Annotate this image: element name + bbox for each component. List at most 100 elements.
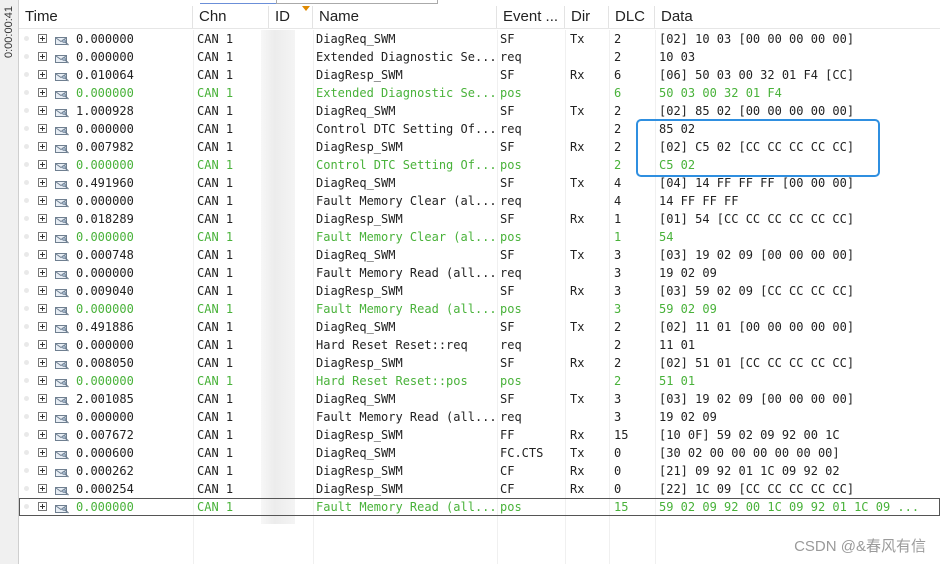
expand-plus-icon[interactable]	[38, 214, 47, 223]
table-row[interactable]: 0.009040 CAN 1 DiagResp_SWM SF Rx 3 [03] 59 02…	[19, 282, 940, 300]
table-row[interactable]: 0.000254 CAN 1 DiagResp_SWM CF Rx 0 [22] 1C 09…	[19, 480, 940, 498]
table-row[interactable]: 2.001085 CAN 1 DiagReq_SWM SF Tx 3 [03] 19 02 …	[19, 390, 940, 408]
table-row[interactable]: 0.000000 CAN 1 Extended Diagnostic Se... po…	[19, 84, 940, 102]
expand-plus-icon[interactable]	[38, 322, 47, 331]
expand-plus-icon[interactable]	[38, 232, 47, 241]
cell-dir: Tx	[570, 446, 585, 460]
cell-chn: CAN 1	[197, 50, 234, 64]
table-row[interactable]: 0.000000 CAN 1 Extended Diagnostic Se... re…	[19, 48, 940, 66]
cell-event: SF	[500, 104, 515, 118]
table-row[interactable]: 0.008050 CAN 1 DiagResp_SWM SF Rx 2 [02] 51 01…	[19, 354, 940, 372]
cell-name: Fault Memory Clear (al...	[316, 194, 496, 208]
table-row[interactable]: 0.000000 CAN 1 Hard Reset Reset::pos pos 2 51…	[19, 372, 940, 390]
expand-plus-icon[interactable]	[38, 448, 47, 457]
expand-plus-icon[interactable]	[38, 106, 47, 115]
cell-data: 50 03 00 32 01 F4	[659, 86, 782, 100]
cell-data: [22] 1C 09 [CC CC CC CC CC]	[659, 482, 855, 496]
can-message-icon	[55, 321, 69, 334]
expand-plus-icon[interactable]	[38, 196, 47, 205]
table-row[interactable]: 0.000000 CAN 1 Fault Memory Clear (al... re…	[19, 192, 940, 210]
table-row[interactable]: 0.000262 CAN 1 DiagResp_SWM CF Rx 0 [21] 09 92…	[19, 462, 940, 480]
cell-dlc: 4	[614, 194, 622, 208]
expand-plus-icon[interactable]	[38, 340, 47, 349]
cell-event: req	[500, 194, 522, 208]
table-row[interactable]: 0.010064 CAN 1 DiagResp_SWM SF Rx 6 [06] 50 03…	[19, 66, 940, 84]
expand-plus-icon[interactable]	[38, 250, 47, 259]
cell-data: [03] 19 02 09 [00 00 00 00]	[659, 392, 855, 406]
table-row[interactable]: 0.000748 CAN 1 DiagReq_SWM SF Tx 3 [03] 19 02 …	[19, 246, 940, 264]
table-row[interactable]: 0.000000 CAN 1 Fault Memory Read (all... po…	[19, 300, 940, 318]
can-message-icon	[55, 303, 69, 316]
cell-event: FF	[500, 428, 515, 442]
col-event-header[interactable]: Event ...	[497, 6, 565, 28]
table-row[interactable]: 0.000600 CAN 1 DiagReq_SWM FC.CTS Tx 0 [30 02 …	[19, 444, 940, 462]
col-data-header[interactable]: Data	[655, 6, 940, 28]
cell-chn: CAN 1	[197, 86, 234, 100]
cell-dir	[570, 156, 608, 174]
table-row[interactable]: 0.000000 CAN 1 Fault Memory Read (all... re…	[19, 408, 940, 426]
cell-chn: CAN 1	[197, 482, 234, 496]
can-message-icon	[55, 375, 69, 388]
expand-plus-icon[interactable]	[38, 412, 47, 421]
col-name-header[interactable]: Name	[313, 6, 497, 28]
cell-time: 0.000000	[76, 230, 134, 244]
cell-time: 0.018289	[76, 212, 134, 226]
table-row[interactable]: 0.007672 CAN 1 DiagResp_SWM FF Rx 15 [10 0F] 5…	[19, 426, 940, 444]
table-row[interactable]: 0.491886 CAN 1 DiagReq_SWM SF Tx 2 [02] 11 01 …	[19, 318, 940, 336]
cell-dir: Tx	[570, 32, 585, 46]
expand-plus-icon[interactable]	[38, 268, 47, 277]
table-row[interactable]: 0.000000 CAN 1 Fault Memory Read (all... po…	[19, 498, 940, 516]
expand-plus-icon[interactable]	[38, 34, 47, 43]
expand-plus-icon[interactable]	[38, 124, 47, 133]
expand-plus-icon[interactable]	[38, 304, 47, 313]
table-row[interactable]: 0.000000 CAN 1 DiagReq_SWM SF Tx 2 [02] 10 03 …	[19, 30, 940, 48]
col-dlc-header[interactable]: DLC	[609, 6, 655, 28]
row-marker-dot	[24, 252, 29, 257]
cell-time: 0.000000	[76, 410, 134, 424]
table-row[interactable]: 0.000000 CAN 1 Fault Memory Clear (al... po…	[19, 228, 940, 246]
expand-plus-icon[interactable]	[38, 376, 47, 385]
row-marker-dot	[24, 270, 29, 275]
cell-data: [01] 54 [CC CC CC CC CC CC]	[659, 212, 855, 226]
expand-plus-icon[interactable]	[38, 142, 47, 151]
expand-plus-icon[interactable]	[38, 160, 47, 169]
expand-plus-icon[interactable]	[38, 484, 47, 493]
cell-chn: CAN 1	[197, 302, 234, 316]
col-time-header[interactable]: Time	[19, 6, 193, 28]
can-message-icon	[55, 69, 69, 82]
expand-plus-icon[interactable]	[38, 466, 47, 475]
table-row[interactable]: 0.000000 CAN 1 Fault Memory Read (all... re…	[19, 264, 940, 282]
expand-plus-icon[interactable]	[38, 286, 47, 295]
expand-plus-icon[interactable]	[38, 88, 47, 97]
cell-dir: Tx	[570, 320, 585, 334]
expand-plus-icon[interactable]	[38, 502, 47, 511]
cell-data: 19 02 09	[659, 410, 717, 424]
cell-time: 0.000000	[76, 302, 134, 316]
expand-plus-icon[interactable]	[38, 358, 47, 367]
expand-plus-icon[interactable]	[38, 178, 47, 187]
col-chn-header[interactable]: Chn	[193, 6, 269, 28]
cell-data: 59 02 09	[659, 302, 717, 316]
cell-time: 0.010064	[76, 68, 134, 82]
cell-name: Extended Diagnostic Se...	[316, 50, 496, 64]
table-row[interactable]: 0.018289 CAN 1 DiagResp_SWM SF Rx 1 [01] 54 [C…	[19, 210, 940, 228]
expand-plus-icon[interactable]	[38, 394, 47, 403]
expand-plus-icon[interactable]	[38, 430, 47, 439]
watermark: CSDN @&春风有信	[794, 538, 926, 555]
can-message-icon	[55, 339, 69, 352]
table-row[interactable]: 0.000000 CAN 1 Hard Reset Reset::req req 2 11…	[19, 336, 940, 354]
cell-dir	[570, 336, 608, 354]
cell-chn: CAN 1	[197, 410, 234, 424]
cell-chn: CAN 1	[197, 464, 234, 478]
trace-window: Time Chn ID Name Event ... Dir DLC Data …	[19, 6, 940, 564]
col-dir-header[interactable]: Dir	[565, 6, 609, 28]
cell-time: 0.007672	[76, 428, 134, 442]
cell-dlc: 2	[614, 320, 622, 334]
cell-data: 19 02 09	[659, 266, 717, 280]
table-row[interactable]: 1.000928 CAN 1 DiagReq_SWM SF Tx 2 [02] 85 02 …	[19, 102, 940, 120]
row-marker-dot	[24, 450, 29, 455]
expand-plus-icon[interactable]	[38, 70, 47, 79]
expand-plus-icon[interactable]	[38, 52, 47, 61]
cell-time: 0.491960	[76, 176, 134, 190]
row-marker-dot	[24, 162, 29, 167]
